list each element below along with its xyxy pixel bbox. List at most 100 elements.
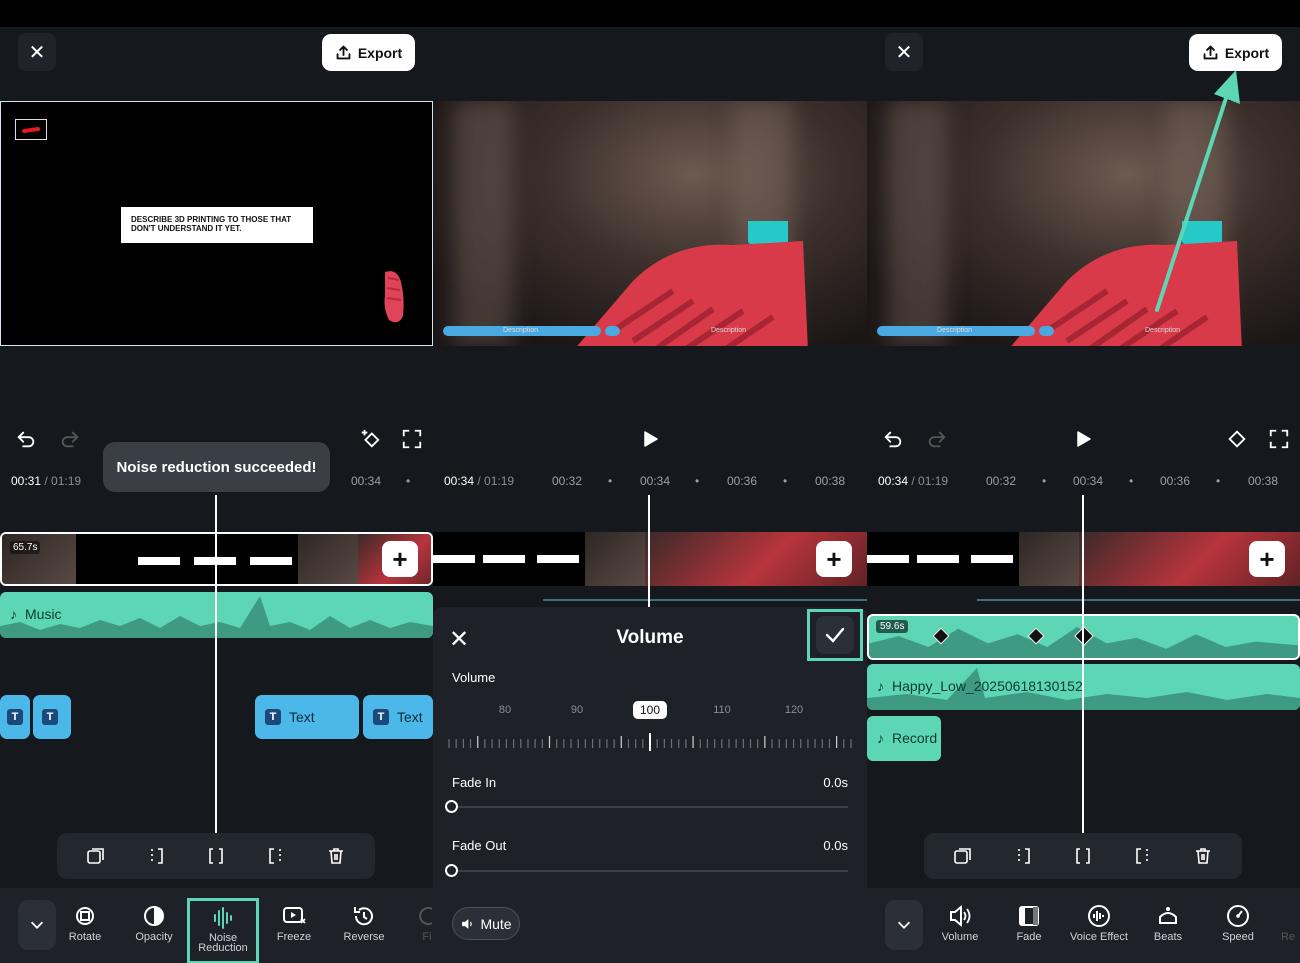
tool-volume[interactable]: Volume bbox=[928, 901, 992, 943]
text-icon: T bbox=[265, 709, 281, 725]
fullscreen-button[interactable] bbox=[1265, 425, 1293, 453]
redo-button[interactable] bbox=[923, 425, 951, 453]
edit-toolbar bbox=[57, 833, 375, 879]
video-clip[interactable] bbox=[585, 532, 645, 586]
audio-label-text: Happy_Low_20250618130152 bbox=[892, 678, 1083, 694]
tool-noise-reduction[interactable]: Noise Reduction bbox=[187, 898, 259, 963]
tool-freeze[interactable]: Freeze bbox=[262, 901, 326, 943]
scale-number: 80 bbox=[498, 704, 512, 716]
delete-button[interactable] bbox=[1192, 845, 1214, 867]
collapse-button[interactable] bbox=[885, 900, 923, 950]
tool-more[interactable]: Re bbox=[1268, 901, 1300, 943]
keyframe-button[interactable] bbox=[356, 425, 384, 453]
rotate-icon bbox=[76, 907, 94, 925]
split-left-button[interactable] bbox=[145, 845, 167, 867]
tool-label: Beats bbox=[1153, 931, 1183, 943]
tool-filter[interactable]: Fi bbox=[395, 901, 433, 943]
split-right-button[interactable] bbox=[265, 845, 287, 867]
text-clip[interactable]: T Text bbox=[255, 695, 359, 739]
plus-icon: + bbox=[392, 544, 408, 574]
tool-label: Volume bbox=[941, 931, 979, 943]
playhead[interactable] bbox=[648, 495, 650, 607]
text-clip[interactable]: T bbox=[0, 695, 30, 739]
trim-right-icon bbox=[269, 848, 281, 864]
delete-button[interactable] bbox=[325, 845, 347, 867]
music-note-icon: ♪ bbox=[877, 678, 884, 694]
video-clip[interactable] bbox=[867, 532, 1019, 586]
total-time: / 01:19 bbox=[44, 474, 82, 488]
ruler-tick: 00:34 bbox=[640, 474, 671, 488]
keyframe-button[interactable] bbox=[1223, 425, 1251, 453]
video-track[interactable] bbox=[433, 532, 867, 586]
slider-knob[interactable] bbox=[445, 864, 458, 877]
export-button[interactable]: Export bbox=[1189, 34, 1282, 71]
clip-thumb bbox=[483, 555, 525, 563]
overlay-bar bbox=[1039, 326, 1054, 336]
volume-sheet: ✕ Volume Volume 80 90 100 110 120 Fade I… bbox=[433, 607, 867, 963]
undo-button[interactable] bbox=[879, 425, 907, 453]
playhead[interactable] bbox=[1082, 495, 1084, 833]
video-clip[interactable] bbox=[433, 532, 585, 586]
clip-thumb bbox=[250, 557, 292, 565]
audio-duration: 59.6s bbox=[876, 620, 909, 633]
export-label: Export bbox=[357, 44, 403, 61]
tool-reverse[interactable]: Reverse bbox=[332, 901, 396, 943]
split-button[interactable] bbox=[205, 845, 227, 867]
fade-in-slider[interactable] bbox=[445, 800, 848, 813]
current-time: 00:34 bbox=[444, 474, 475, 488]
video-clip[interactable] bbox=[76, 534, 298, 584]
duplicate-icon bbox=[954, 848, 971, 864]
undo-button[interactable] bbox=[12, 425, 40, 453]
timecode: 00:34 / 01:19 bbox=[878, 474, 948, 488]
playhead[interactable] bbox=[215, 495, 217, 833]
text-clip[interactable]: T Text bbox=[363, 695, 433, 739]
tool-opacity[interactable]: Opacity bbox=[122, 901, 186, 943]
add-clip-button[interactable]: + bbox=[382, 541, 418, 577]
duplicate-icon bbox=[87, 848, 104, 864]
volume-icon bbox=[950, 904, 971, 928]
blur-stripe bbox=[887, 101, 947, 346]
record-label-text: Record bbox=[892, 730, 938, 746]
fade-out-slider[interactable] bbox=[445, 864, 848, 877]
play-button[interactable] bbox=[1069, 425, 1097, 453]
video-preview[interactable]: Description Description bbox=[867, 101, 1300, 346]
mute-button[interactable]: Mute bbox=[452, 907, 520, 940]
close-button[interactable]: ✕ bbox=[885, 33, 923, 71]
music-label: ♪ Music bbox=[10, 606, 62, 622]
confirm-button[interactable] bbox=[807, 609, 863, 661]
duplicate-button[interactable] bbox=[85, 845, 107, 867]
video-clip[interactable] bbox=[1019, 532, 1079, 586]
tool-rotate[interactable]: Rotate bbox=[53, 901, 117, 943]
video-preview[interactable]: DESCRIBE 3D PRINTING TO THOSE THAT DON'T… bbox=[0, 101, 433, 346]
collapse-button[interactable] bbox=[18, 900, 56, 950]
status-strip bbox=[867, 0, 1300, 27]
play-button[interactable] bbox=[636, 425, 664, 453]
tool-voice-effect[interactable]: Voice Effect bbox=[1066, 901, 1132, 943]
video-preview[interactable]: Description Description bbox=[433, 101, 867, 346]
tool-fade[interactable]: Fade bbox=[997, 901, 1061, 943]
video-clip[interactable] bbox=[298, 534, 358, 584]
tool-beats[interactable]: Beats bbox=[1136, 901, 1200, 943]
keyframe-add-icon bbox=[361, 429, 380, 448]
fullscreen-button[interactable] bbox=[398, 425, 426, 453]
add-clip-button[interactable]: + bbox=[1249, 541, 1285, 577]
redo-button[interactable] bbox=[56, 425, 84, 453]
split-button[interactable] bbox=[1072, 845, 1094, 867]
text-clip-label: Text bbox=[289, 709, 315, 725]
split-left-button[interactable] bbox=[1012, 845, 1034, 867]
ruler-tick: 00:38 bbox=[815, 474, 846, 488]
tool-speed[interactable]: Speed bbox=[1206, 901, 1270, 943]
total-time: / 01:19 bbox=[911, 474, 949, 488]
blur-stripe bbox=[453, 101, 513, 346]
duplicate-button[interactable] bbox=[952, 845, 974, 867]
bottom-toolbar: Rotate Opacity Noise Reduction Freeze Re… bbox=[0, 888, 433, 963]
close-button[interactable]: ✕ bbox=[18, 33, 56, 71]
text-clip[interactable]: T bbox=[33, 695, 71, 739]
slider-knob[interactable] bbox=[445, 800, 458, 813]
overlay-desc: Description bbox=[503, 327, 539, 334]
volume-ruler-slider[interactable] bbox=[447, 733, 853, 751]
export-button[interactable]: Export bbox=[322, 34, 415, 71]
add-clip-button[interactable]: + bbox=[816, 541, 852, 577]
record-track[interactable]: ♪ Record bbox=[867, 716, 941, 761]
split-right-button[interactable] bbox=[1132, 845, 1154, 867]
